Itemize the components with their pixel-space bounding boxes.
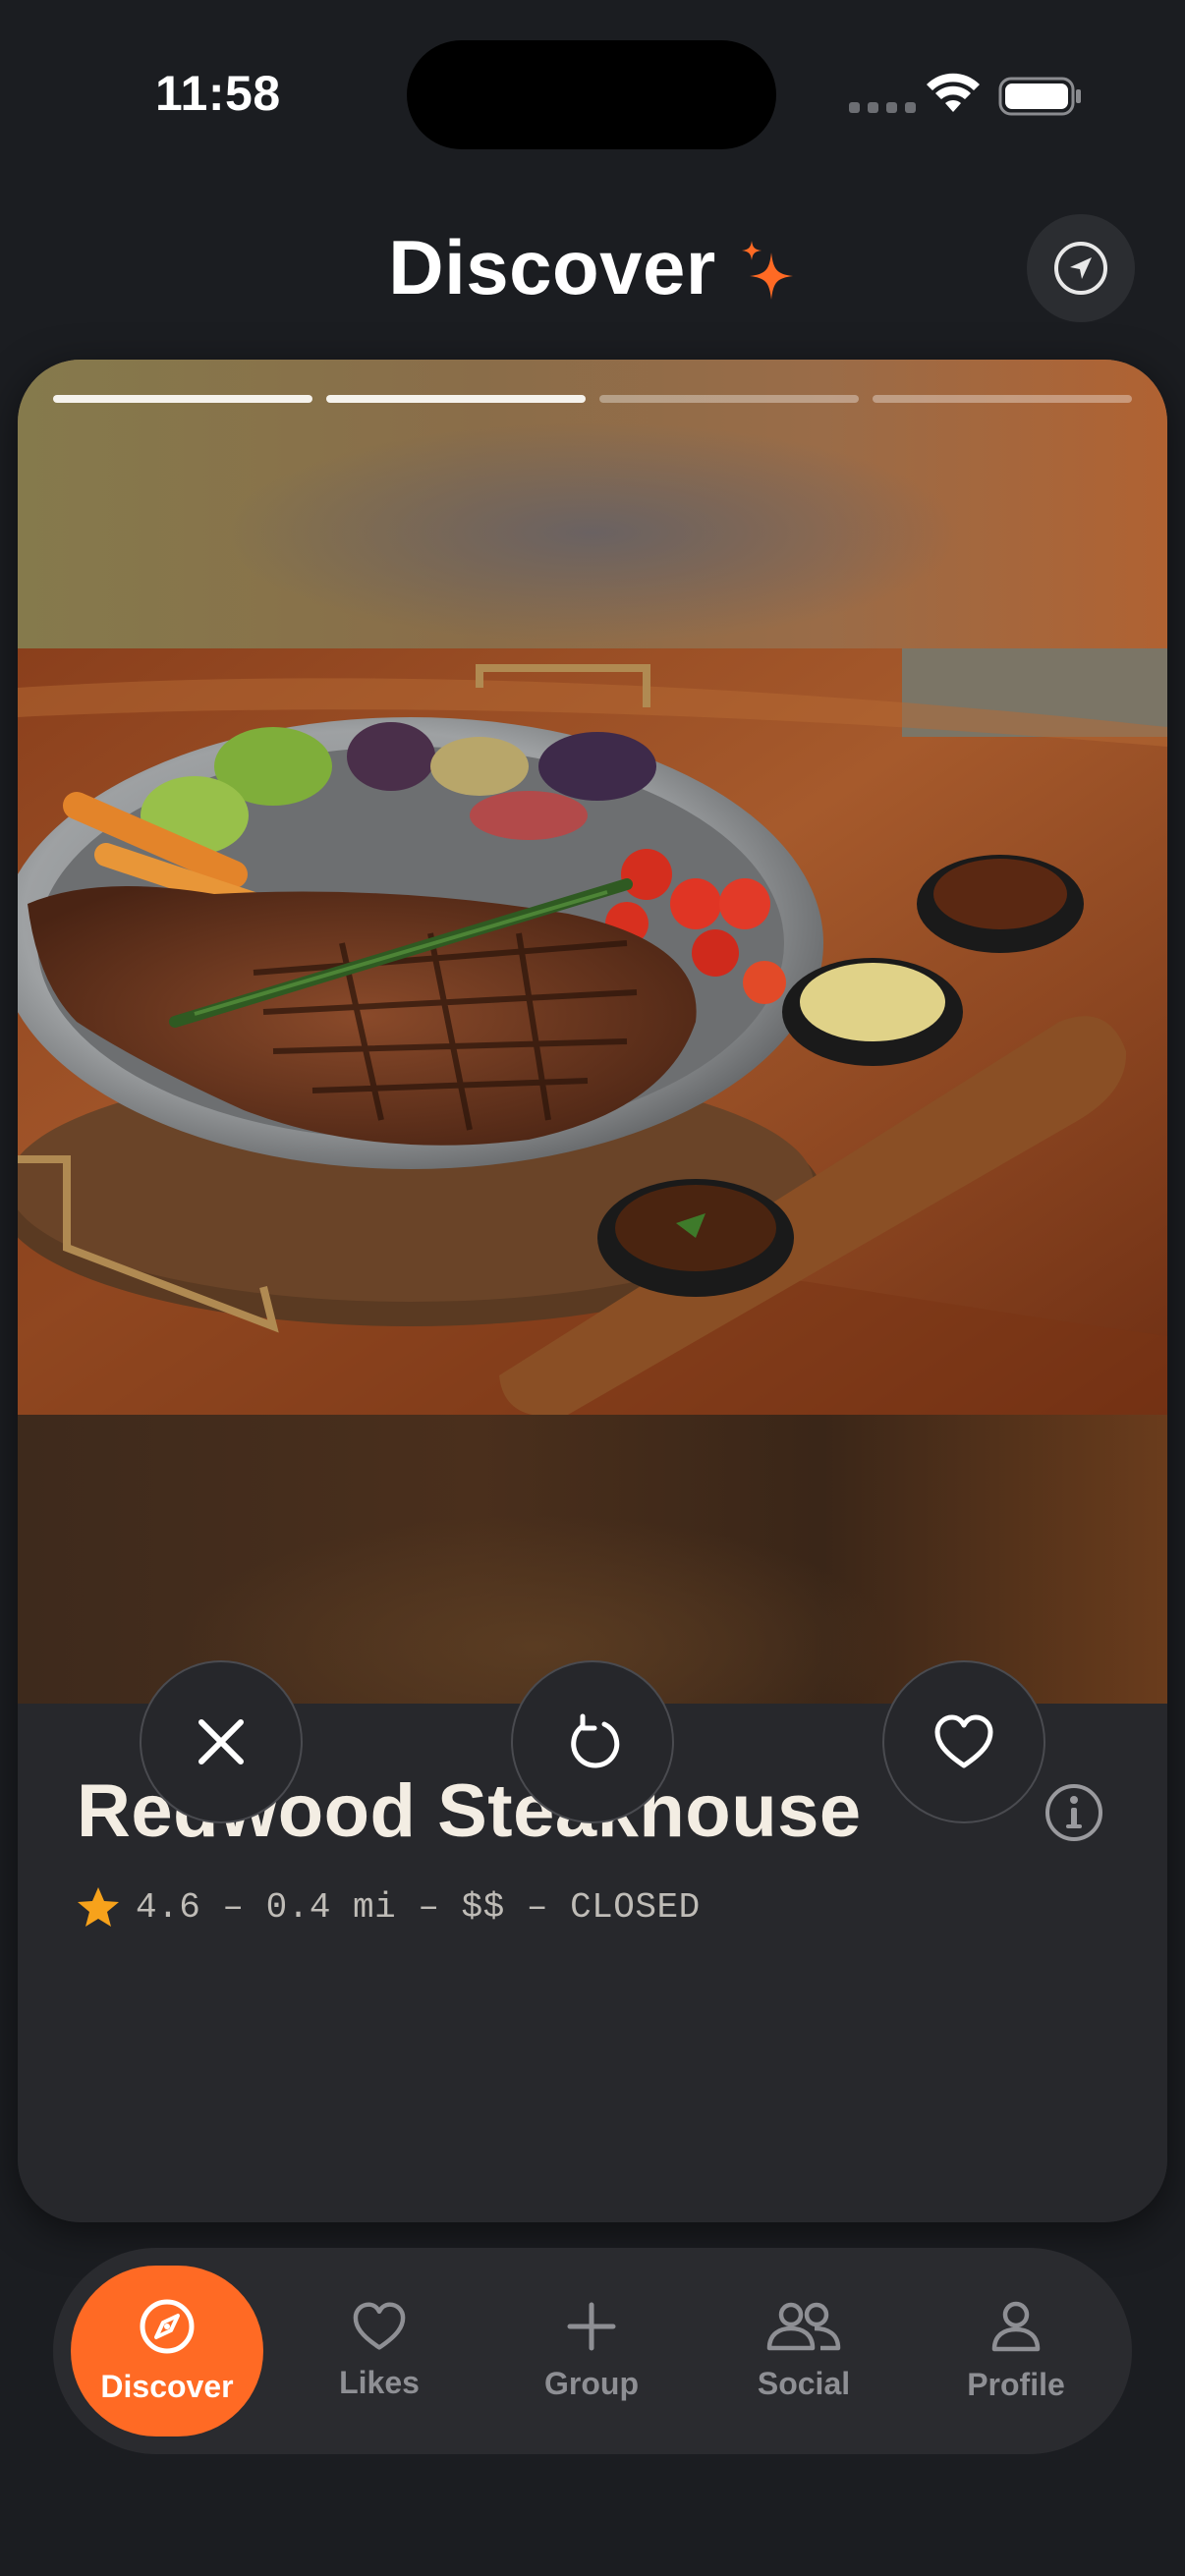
header: Discover xyxy=(0,218,1185,316)
tab-label: Discover xyxy=(100,2368,234,2404)
progress-segment xyxy=(599,395,859,403)
meta-line: 4.6 – 0.4 mi – $$ – CLOSED xyxy=(136,1886,701,1928)
close-icon xyxy=(198,1719,244,1764)
tab-social[interactable]: Social xyxy=(707,2266,900,2436)
sparkle-icon xyxy=(741,241,793,300)
page-title: Discover xyxy=(388,223,716,310)
restaurant-meta: 4.6 – 0.4 mi – $$ – CLOSED xyxy=(77,1886,701,1928)
undo-button[interactable] xyxy=(511,1660,674,1823)
tab-label: Group xyxy=(544,2365,639,2401)
photo-blur-top xyxy=(18,360,1167,648)
progress-segment xyxy=(873,395,1132,403)
tab-likes[interactable]: Likes xyxy=(283,2266,476,2436)
navigation-arrow-icon xyxy=(1054,242,1107,295)
tab-group[interactable]: Group xyxy=(495,2266,688,2436)
dynamic-island xyxy=(407,40,776,149)
person-icon xyxy=(991,2301,1041,2351)
battery-icon xyxy=(998,77,1081,116)
heart-icon xyxy=(353,2301,406,2350)
progress-segment xyxy=(53,395,312,403)
tab-bar: Discover Likes Group Social Profile xyxy=(53,2248,1132,2454)
info-icon[interactable] xyxy=(1044,1782,1104,1843)
tab-label: Profile xyxy=(967,2366,1065,2402)
tab-label: Likes xyxy=(339,2364,420,2400)
tab-discover[interactable]: Discover xyxy=(71,2266,263,2436)
like-button[interactable] xyxy=(882,1660,1045,1823)
star-icon xyxy=(78,1887,119,1927)
undo-icon xyxy=(571,1713,620,1768)
restaurant-card[interactable]: Redwood Steakhouse 4.6 – 0.4 mi – $$ – C… xyxy=(18,360,1167,2222)
photo-progress xyxy=(53,395,1132,403)
tab-label: Social xyxy=(757,2365,851,2401)
dislike-button[interactable] xyxy=(140,1660,303,1823)
location-button[interactable] xyxy=(1027,214,1135,322)
restaurant-photo xyxy=(18,648,1167,1415)
cellular-signal-icon xyxy=(849,102,916,113)
photo-area[interactable] xyxy=(18,360,1167,1704)
compass-icon xyxy=(140,2299,195,2353)
discover-screen: 11:58 Discover Redwood Steakhouse 4.6 – … xyxy=(0,0,1185,2576)
progress-segment xyxy=(326,395,586,403)
plus-icon xyxy=(567,2302,616,2350)
heart-icon xyxy=(934,1714,993,1768)
people-icon xyxy=(766,2302,841,2350)
tab-profile[interactable]: Profile xyxy=(920,2266,1112,2436)
status-time: 11:58 xyxy=(155,66,281,121)
wifi-icon xyxy=(927,73,980,112)
